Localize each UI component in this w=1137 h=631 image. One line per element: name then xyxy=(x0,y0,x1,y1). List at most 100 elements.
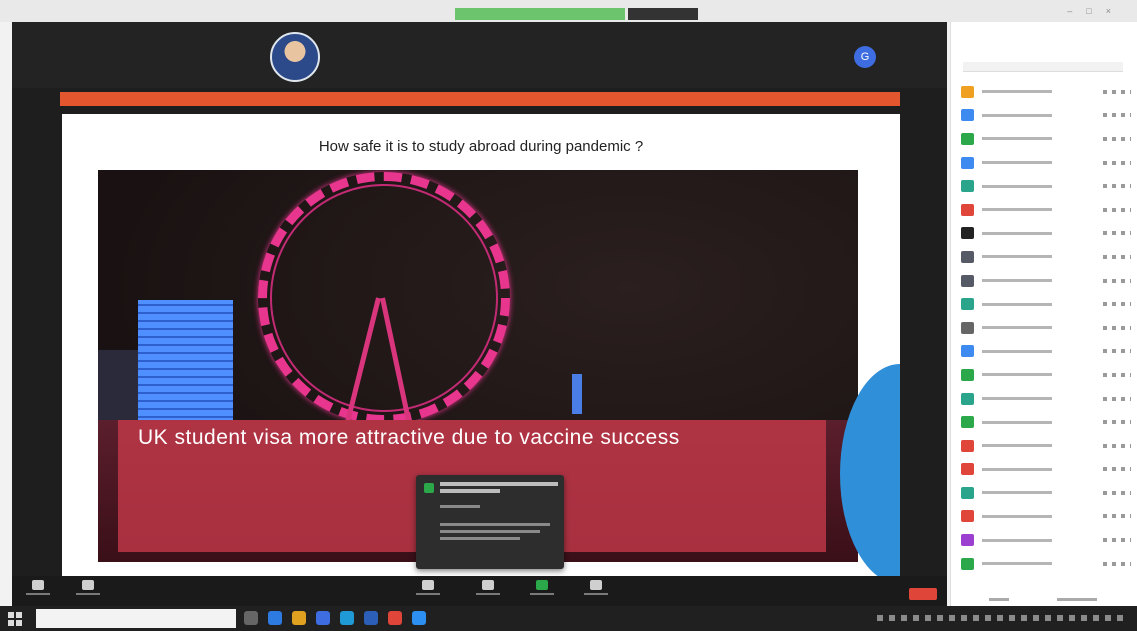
app-icon[interactable] xyxy=(316,611,330,625)
participant-name xyxy=(982,491,1052,495)
screen-share-banner[interactable] xyxy=(455,8,625,20)
participant-avatar-icon xyxy=(961,156,974,169)
participant-status-icons xyxy=(1103,160,1131,165)
app-icon[interactable] xyxy=(340,611,354,625)
file-explorer-icon[interactable] xyxy=(292,611,306,625)
user-avatar-icon[interactable]: G xyxy=(854,46,876,68)
participant-row[interactable] xyxy=(961,552,1131,576)
video-button[interactable] xyxy=(76,580,100,602)
view-options-button[interactable] xyxy=(628,8,698,20)
participant-avatar-icon xyxy=(961,109,974,122)
notification-popup[interactable] xyxy=(416,475,564,569)
participant-row[interactable] xyxy=(961,104,1131,128)
system-tray[interactable] xyxy=(877,615,1127,621)
participant-avatar-icon xyxy=(961,416,974,429)
app-icon[interactable] xyxy=(388,611,402,625)
participants-button[interactable] xyxy=(416,580,440,602)
participant-name xyxy=(982,90,1052,94)
video-strip: G xyxy=(12,22,947,88)
lit-building xyxy=(138,300,233,440)
participant-name xyxy=(982,538,1052,542)
participant-avatar-icon xyxy=(961,250,974,263)
participant-search-input[interactable] xyxy=(963,62,1123,72)
participant-avatar-icon xyxy=(961,274,974,287)
zoom-app-icon[interactable] xyxy=(412,611,426,625)
participant-avatar-icon xyxy=(961,463,974,476)
windows-start-icon[interactable] xyxy=(8,612,22,626)
participant-avatar-icon xyxy=(961,510,974,523)
participant-status-icons xyxy=(1103,420,1131,425)
task-view-icon[interactable] xyxy=(244,611,258,625)
taskbar-search-input[interactable] xyxy=(36,609,236,628)
participant-status-icons xyxy=(1103,443,1131,448)
participant-avatar-icon xyxy=(961,345,974,358)
participant-name xyxy=(982,397,1052,401)
participant-status-icons xyxy=(1103,561,1131,566)
participant-status-icons xyxy=(1103,490,1131,495)
video-tile[interactable] xyxy=(484,34,602,74)
participant-name xyxy=(982,420,1052,424)
reactions-button[interactable] xyxy=(584,580,608,602)
app-icon[interactable] xyxy=(364,611,378,625)
participant-row[interactable] xyxy=(961,269,1131,293)
participant-status-icons xyxy=(1103,136,1131,141)
video-tile[interactable] xyxy=(728,34,846,74)
participant-row[interactable] xyxy=(961,458,1131,482)
mute-button[interactable] xyxy=(26,580,50,602)
participant-status-icons xyxy=(1103,113,1131,118)
participant-row[interactable] xyxy=(961,174,1131,198)
participant-name xyxy=(982,562,1052,566)
slide-caption: UK student visa more attractive due to v… xyxy=(138,426,680,449)
participant-avatar-icon xyxy=(961,439,974,452)
participant-row[interactable] xyxy=(961,151,1131,175)
participant-avatar-icon xyxy=(961,180,974,193)
share-toolbar[interactable] xyxy=(60,92,900,106)
unmute-me-button[interactable] xyxy=(1057,598,1097,601)
video-tile[interactable] xyxy=(362,34,480,74)
window-controls[interactable]: –□× xyxy=(1067,6,1125,16)
participant-row[interactable] xyxy=(961,292,1131,316)
participant-avatar-icon xyxy=(961,486,974,499)
participant-avatar-icon xyxy=(961,298,974,311)
participant-avatar-icon xyxy=(961,534,974,547)
participant-avatar-icon xyxy=(961,85,974,98)
participant-name xyxy=(982,326,1052,330)
participant-row[interactable] xyxy=(961,410,1131,434)
participant-row[interactable] xyxy=(961,245,1131,269)
participant-status-icons xyxy=(1103,278,1131,283)
video-tile[interactable] xyxy=(112,34,230,74)
notification-app-icon xyxy=(424,483,434,493)
participant-name xyxy=(982,279,1052,283)
participant-avatar-icon xyxy=(961,132,974,145)
chat-button[interactable] xyxy=(476,580,500,602)
participant-row[interactable] xyxy=(961,363,1131,387)
slide-title: How safe it is to study abroad during pa… xyxy=(318,138,644,155)
end-meeting-button[interactable] xyxy=(909,588,937,600)
participant-list xyxy=(961,80,1131,575)
participant-row[interactable] xyxy=(961,198,1131,222)
edge-browser-icon[interactable] xyxy=(268,611,282,625)
participant-name xyxy=(982,514,1052,518)
video-tile[interactable] xyxy=(606,34,724,74)
participant-status-icons xyxy=(1103,302,1131,307)
share-screen-button[interactable] xyxy=(530,580,554,602)
participant-row[interactable] xyxy=(961,481,1131,505)
participant-name xyxy=(982,161,1052,165)
participant-status-icons xyxy=(1103,538,1131,543)
meeting-controls xyxy=(12,576,947,606)
participant-row[interactable] xyxy=(961,222,1131,246)
participant-row[interactable] xyxy=(961,316,1131,340)
participant-row[interactable] xyxy=(961,434,1131,458)
participant-row[interactable] xyxy=(961,505,1131,529)
participant-row[interactable] xyxy=(961,387,1131,411)
participant-row[interactable] xyxy=(961,127,1131,151)
invite-button[interactable] xyxy=(989,598,1009,601)
participant-row[interactable] xyxy=(961,80,1131,104)
participant-row[interactable] xyxy=(961,528,1131,552)
participant-avatar-icon xyxy=(961,203,974,216)
participant-status-icons xyxy=(1103,514,1131,519)
participant-row[interactable] xyxy=(961,340,1131,364)
participant-name xyxy=(982,255,1052,259)
host-video-photo[interactable] xyxy=(270,32,320,82)
window-titlebar: –□× xyxy=(0,0,1137,22)
